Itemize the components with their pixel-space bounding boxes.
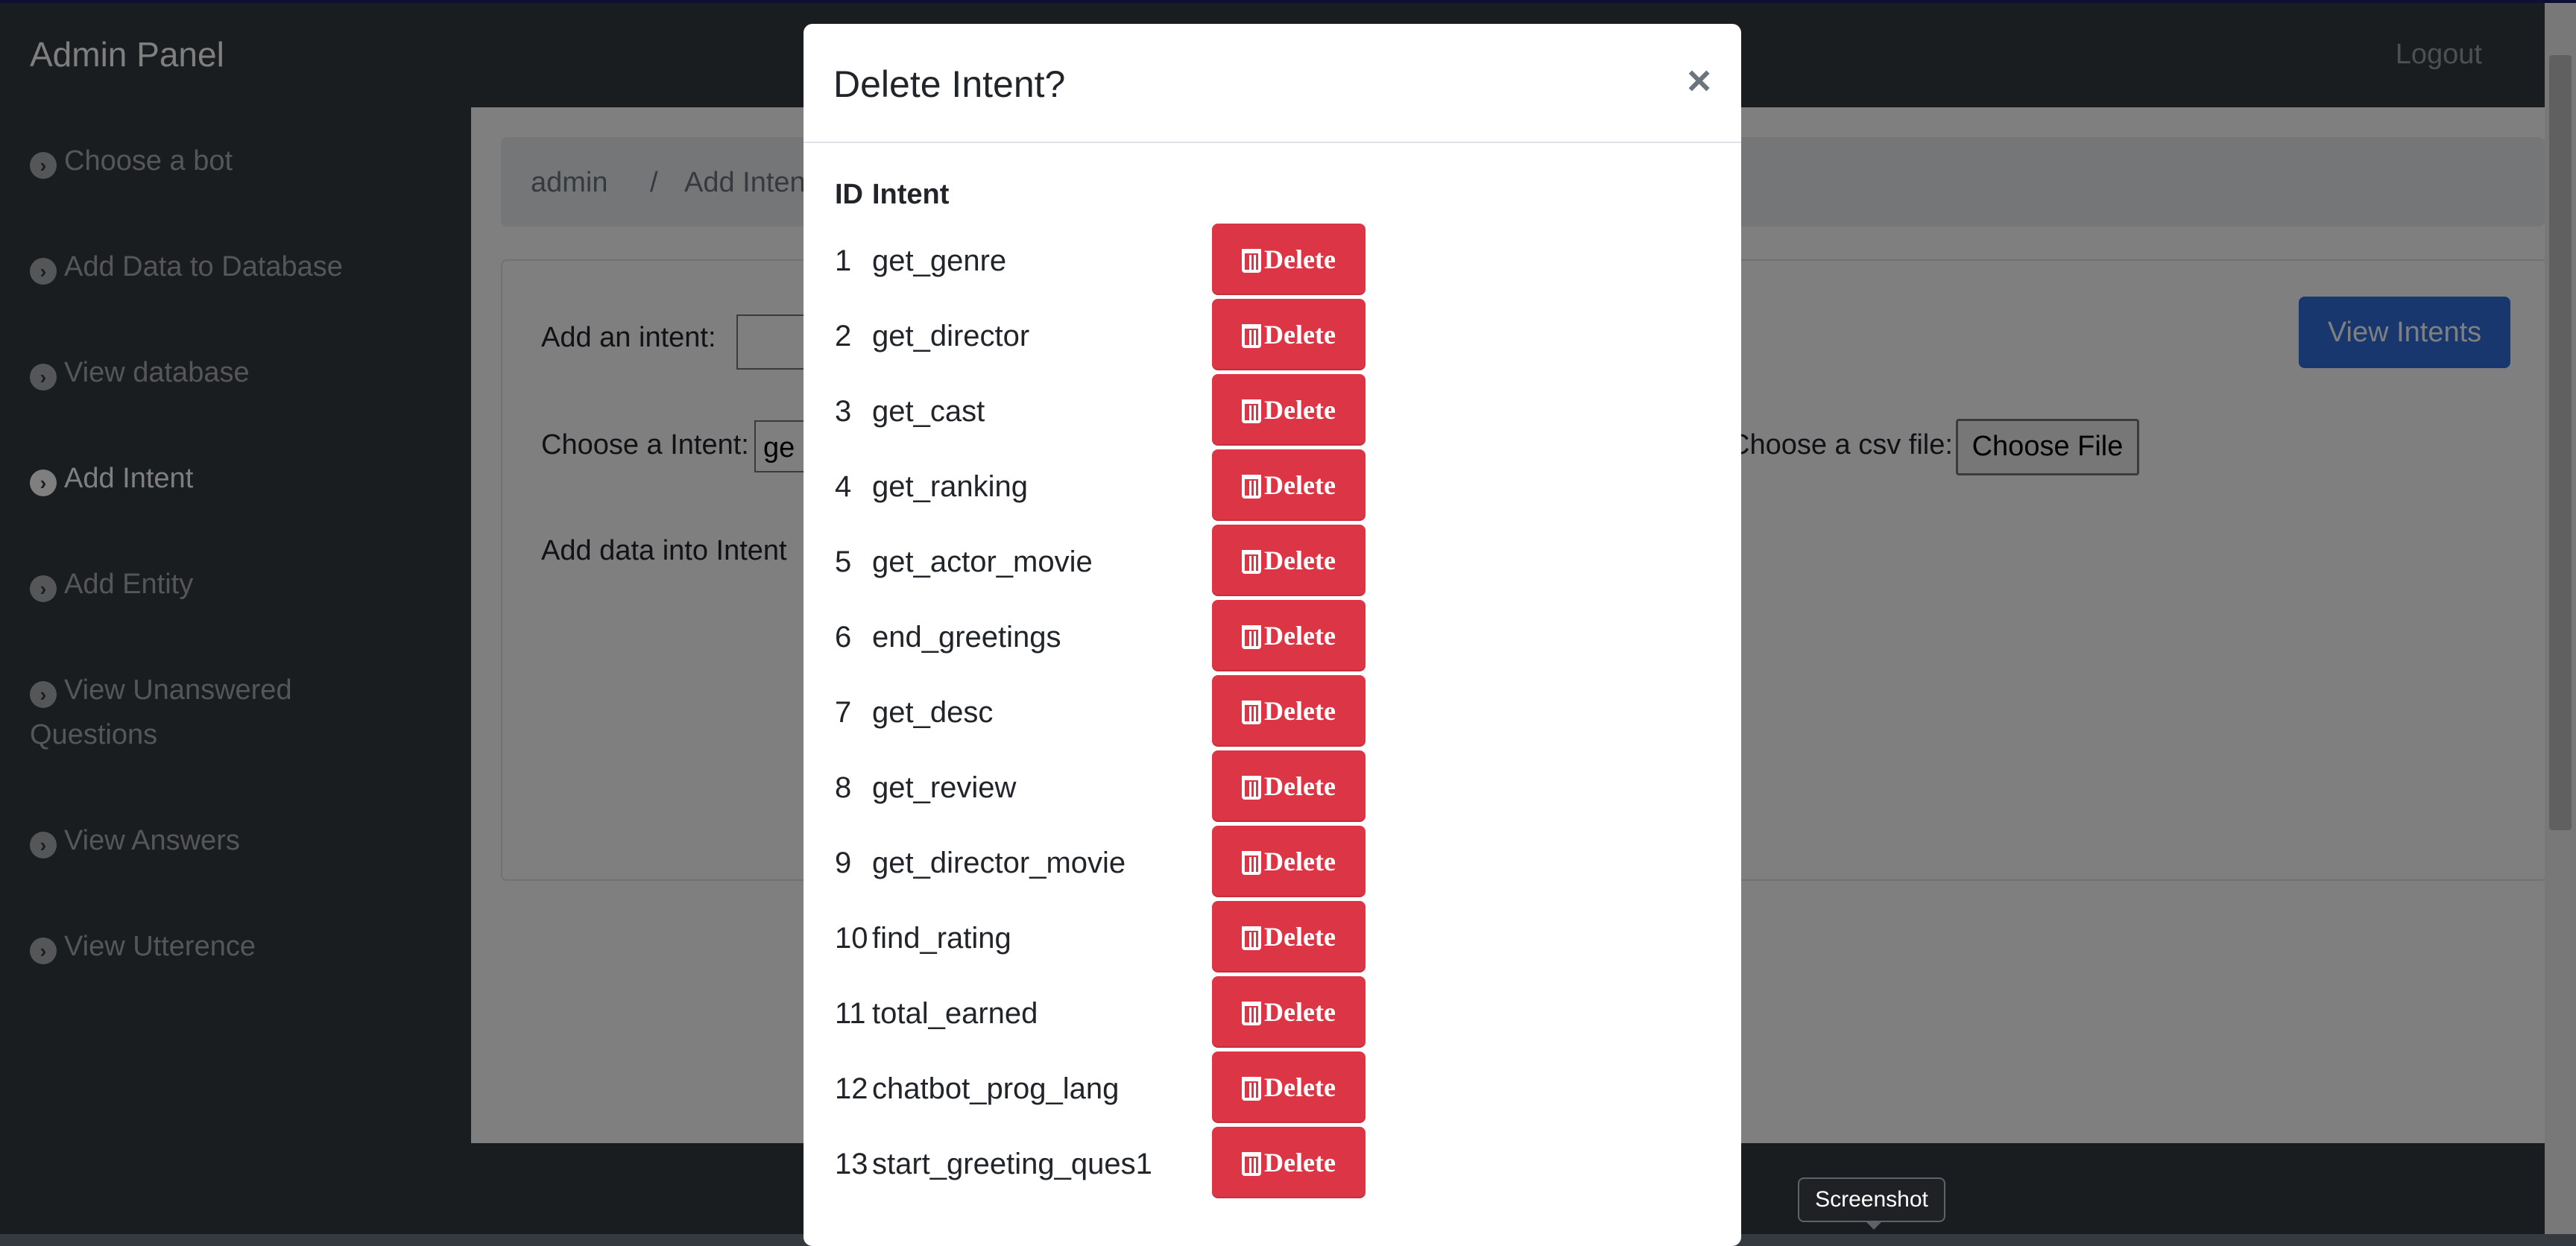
intent-name: chatbot_prog_lang [872, 1072, 1120, 1105]
table-row: 9 get_director_movie Delete [835, 826, 1366, 899]
delete-button[interactable]: Delete [1212, 901, 1366, 973]
intent-name: get_genre [872, 244, 1007, 277]
intent-name: get_ranking [872, 470, 1029, 503]
delete-button[interactable]: Delete [1212, 826, 1366, 897]
intent-name: get_director [872, 320, 1030, 352]
table-row: 2 get_director Delete [835, 299, 1366, 372]
intent-id: 13 [835, 1148, 868, 1180]
intent-name: get_director_movie [872, 847, 1126, 879]
table-row: 1 get_genre Delete [835, 224, 1366, 297]
table-row: 11 total_earned Delete [835, 976, 1366, 1049]
trash-icon [1242, 926, 1262, 950]
delete-button[interactable]: Delete [1212, 449, 1366, 521]
delete-button[interactable]: Delete [1212, 750, 1366, 822]
delete-label: Delete [1264, 1072, 1336, 1102]
intent-id: 3 [835, 395, 852, 428]
delete-label: Delete [1264, 545, 1336, 575]
delete-label: Delete [1264, 1148, 1336, 1177]
intent-id: 9 [835, 847, 852, 879]
intent-name: get_actor_movie [872, 545, 1093, 578]
table-row: 5 get_actor_movie Delete [835, 525, 1366, 598]
table-row: 8 get_review Delete [835, 750, 1366, 823]
trash-icon [1242, 776, 1262, 800]
trash-icon [1242, 399, 1262, 423]
delete-label: Delete [1264, 696, 1336, 726]
delete-label: Delete [1264, 997, 1336, 1027]
intent-name: get_review [872, 771, 1017, 804]
delete-button[interactable]: Delete [1212, 299, 1366, 370]
intent-id: 8 [835, 771, 852, 804]
intent-id: 4 [835, 470, 852, 503]
modal-title: Delete Intent? [833, 63, 1066, 105]
table-header-id: ID [835, 179, 863, 210]
trash-icon [1242, 625, 1262, 649]
table-row: 3 get_cast Delete [835, 374, 1366, 447]
trash-icon [1242, 550, 1262, 574]
delete-button[interactable]: Delete [1212, 1127, 1366, 1198]
intent-name: find_rating [872, 922, 1011, 955]
delete-button[interactable]: Delete [1212, 600, 1366, 671]
screenshot-tooltip: Screenshot [1798, 1177, 1945, 1230]
intent-name: start_greeting_ques1 [872, 1148, 1152, 1180]
intent-name: get_desc [872, 696, 994, 729]
table-header-intent: Intent [872, 179, 950, 210]
delete-button[interactable]: Delete [1212, 525, 1366, 596]
intent-id: 11 [835, 997, 866, 1030]
delete-label: Delete [1264, 395, 1336, 425]
trash-icon [1242, 851, 1262, 875]
delete-intent-modal: Delete Intent? × ID Intent 1 get_genre Del… [804, 24, 1741, 1246]
delete-label: Delete [1264, 470, 1336, 500]
intent-id: 2 [835, 320, 852, 352]
intent-id: 10 [835, 922, 868, 955]
delete-label: Delete [1264, 847, 1336, 876]
trash-icon [1242, 249, 1262, 273]
delete-button[interactable]: Delete [1212, 1051, 1366, 1123]
close-icon[interactable]: × [1687, 60, 1711, 101]
trash-icon [1242, 701, 1262, 724]
trash-icon [1242, 324, 1262, 348]
delete-label: Delete [1264, 771, 1336, 801]
table-row: 4 get_ranking Delete [835, 449, 1366, 522]
trash-icon [1242, 1002, 1262, 1025]
table-row: 7 get_desc Delete [835, 675, 1366, 748]
delete-label: Delete [1264, 320, 1336, 350]
delete-label: Delete [1264, 922, 1336, 952]
delete-button[interactable]: Delete [1212, 976, 1366, 1048]
intent-name: total_earned [872, 997, 1038, 1030]
delete-button[interactable]: Delete [1212, 374, 1366, 446]
table-row: 6 end_greetings Delete [835, 600, 1366, 673]
delete-button[interactable]: Delete [1212, 675, 1366, 747]
intent-name: end_greetings [872, 621, 1061, 654]
intent-id: 6 [835, 621, 852, 654]
trash-icon [1242, 1077, 1262, 1101]
delete-button[interactable]: Delete [1212, 224, 1366, 295]
delete-label: Delete [1264, 244, 1336, 274]
table-row: 12 chatbot_prog_lang Delete [835, 1051, 1366, 1125]
trash-icon [1242, 475, 1262, 499]
intent-name: get_cast [872, 395, 985, 428]
intent-id: 12 [835, 1072, 868, 1105]
intent-id: 5 [835, 545, 852, 578]
modal-header: Delete Intent? × [804, 24, 1741, 143]
trash-icon [1242, 1152, 1262, 1176]
table-row: 13 start_greeting_ques1 Delete [835, 1127, 1366, 1200]
intent-id: 1 [835, 244, 852, 277]
intent-id: 7 [835, 696, 852, 729]
table-row: 10 find_rating Delete [835, 901, 1366, 974]
delete-label: Delete [1264, 621, 1336, 651]
